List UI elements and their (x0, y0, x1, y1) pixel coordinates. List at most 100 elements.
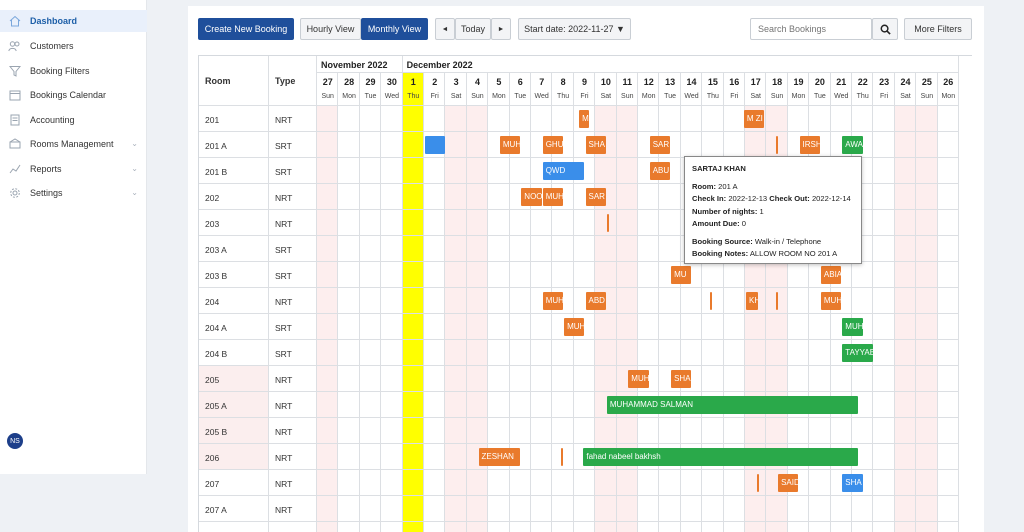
booking-block[interactable]: NOO (521, 188, 542, 206)
tooltip-checkin: 2022-12-13 (728, 194, 768, 204)
booking-block[interactable] (775, 136, 778, 154)
booking-block[interactable] (709, 292, 712, 310)
sidebar-item-settings[interactable]: Settings ⌄ (0, 182, 147, 204)
chevron-down-icon: ⌄ (131, 164, 138, 173)
booking-block[interactable]: IRSH (799, 136, 820, 154)
booking-block[interactable]: MUHAMMAD SALMAN (606, 396, 859, 414)
day-number: 15 (707, 77, 718, 87)
booking-block[interactable]: SHA (585, 136, 606, 154)
chart-icon (8, 163, 21, 176)
booking-block[interactable]: MUH (564, 318, 585, 336)
booking-block[interactable]: SAR (585, 188, 606, 206)
day-name: Wed (534, 93, 549, 100)
monthly-view-button[interactable]: Monthly View (361, 18, 428, 40)
booking-block[interactable]: fahad nabeel bakhsh (583, 448, 859, 466)
booking-block[interactable]: MUH (542, 188, 564, 206)
day-number: 8 (560, 77, 566, 87)
day-name: Fri (880, 93, 889, 100)
row-line (317, 106, 959, 132)
day-name: Wed (834, 93, 849, 100)
sidebar-item-rooms-management[interactable]: Rooms Management ⌄ (0, 133, 147, 155)
day-number: 10 (600, 77, 611, 87)
search-input[interactable] (750, 18, 872, 40)
hourly-view-button[interactable]: Hourly View (300, 18, 361, 40)
calendar-icon (8, 89, 21, 102)
create-booking-button[interactable]: Create New Booking (198, 18, 294, 40)
booking-block[interactable] (756, 474, 759, 492)
booking-block[interactable] (560, 448, 564, 466)
day-name: Mon (492, 93, 506, 100)
sidebar-item-label: Customers (30, 41, 74, 51)
day-number: 19 (793, 77, 804, 87)
room-type: NRT (275, 193, 293, 203)
booking-block[interactable]: MUH (628, 370, 649, 388)
tooltip-guest-name: SARTAJ KHAN (692, 164, 746, 173)
gear-icon (8, 187, 21, 200)
day-number: 27 (322, 77, 333, 87)
sidebar-item-label: Booking Filters (30, 66, 90, 76)
room-type: NRT (275, 375, 293, 385)
tooltip-checkout: 2022-12-14 (811, 194, 851, 204)
sidebar-item-label: Bookings Calendar (30, 90, 107, 100)
day-name: Sun (621, 93, 634, 100)
day-name: Thu (557, 93, 570, 100)
booking-block[interactable]: MU (671, 266, 692, 284)
search-icon (880, 24, 891, 35)
booking-block[interactable]: MUH (499, 136, 521, 154)
booking-block[interactable] (606, 214, 609, 232)
today-button[interactable]: Today (455, 18, 491, 40)
booking-block[interactable]: TAYYAB (842, 344, 874, 362)
room-type: NRT (275, 453, 293, 463)
booking-block[interactable]: GHU (542, 136, 564, 154)
day-number: 25 (921, 77, 932, 87)
row-line (317, 132, 959, 158)
booking-block[interactable]: ABIA (820, 266, 842, 284)
sidebar-item-dashboard[interactable]: Dashboard (0, 10, 147, 32)
booking-block[interactable]: ABD (585, 292, 606, 310)
sidebar-item-reports[interactable]: Reports ⌄ (0, 158, 147, 180)
booking-block[interactable]: MUH (842, 318, 863, 336)
day-name: Tue (514, 93, 527, 100)
avatar[interactable]: NS (7, 433, 23, 449)
room-type: SRT (275, 323, 292, 333)
booking-block[interactable]: M (579, 110, 589, 128)
search-button[interactable] (872, 18, 898, 40)
day-number: 26 (943, 77, 954, 87)
day-name: Tue (364, 93, 377, 100)
day-number: 23 (879, 77, 890, 87)
sidebar-item-customers[interactable]: Customers (0, 35, 147, 57)
day-number: 28 (344, 77, 355, 87)
users-icon (8, 40, 21, 53)
start-date-dropdown[interactable]: Start date: 2022-11-27 ▼ (518, 18, 631, 40)
booking-block[interactable]: MUH (542, 292, 564, 310)
booking-block[interactable]: SHA (842, 474, 863, 492)
booking-block[interactable] (425, 136, 446, 154)
day-number: 6 (517, 77, 523, 87)
booking-block[interactable]: AWA (842, 136, 863, 154)
booking-block[interactable] (775, 292, 778, 310)
next-button[interactable]: ► (491, 18, 511, 40)
sidebar-item-booking-filters[interactable]: Booking Filters (0, 60, 147, 82)
booking-block[interactable]: M ZI (743, 110, 765, 128)
tooltip-nights: 1 (759, 206, 764, 216)
room-name: 205 B (205, 427, 228, 437)
booking-block[interactable]: SAR (649, 136, 671, 154)
booking-block[interactable]: KH (746, 292, 758, 310)
booking-block[interactable]: ZESHAN (478, 448, 521, 466)
sidebar-item-accounting[interactable]: Accounting (0, 109, 147, 131)
booking-block[interactable]: SHA (671, 370, 692, 388)
day-number: 3 (453, 77, 459, 87)
booking-block[interactable]: ABU (649, 162, 671, 180)
room-type: NRT (275, 505, 293, 515)
booking-block[interactable]: MUH (820, 292, 842, 310)
more-filters-button[interactable]: More Filters (904, 18, 972, 40)
booking-block[interactable]: SAID (778, 474, 799, 492)
tooltip-notes: ALLOW ROOM NO 201 A (749, 249, 838, 259)
booking-block[interactable]: QWD (542, 162, 585, 180)
previous-button[interactable]: ◄ (435, 18, 455, 40)
day-number: 1 (410, 77, 416, 87)
tooltip-due-label: Amount Due: (692, 218, 740, 228)
ledger-icon (8, 114, 21, 127)
sidebar-item-bookings-calendar[interactable]: Bookings Calendar (0, 84, 147, 106)
day-number: 18 (772, 77, 783, 87)
